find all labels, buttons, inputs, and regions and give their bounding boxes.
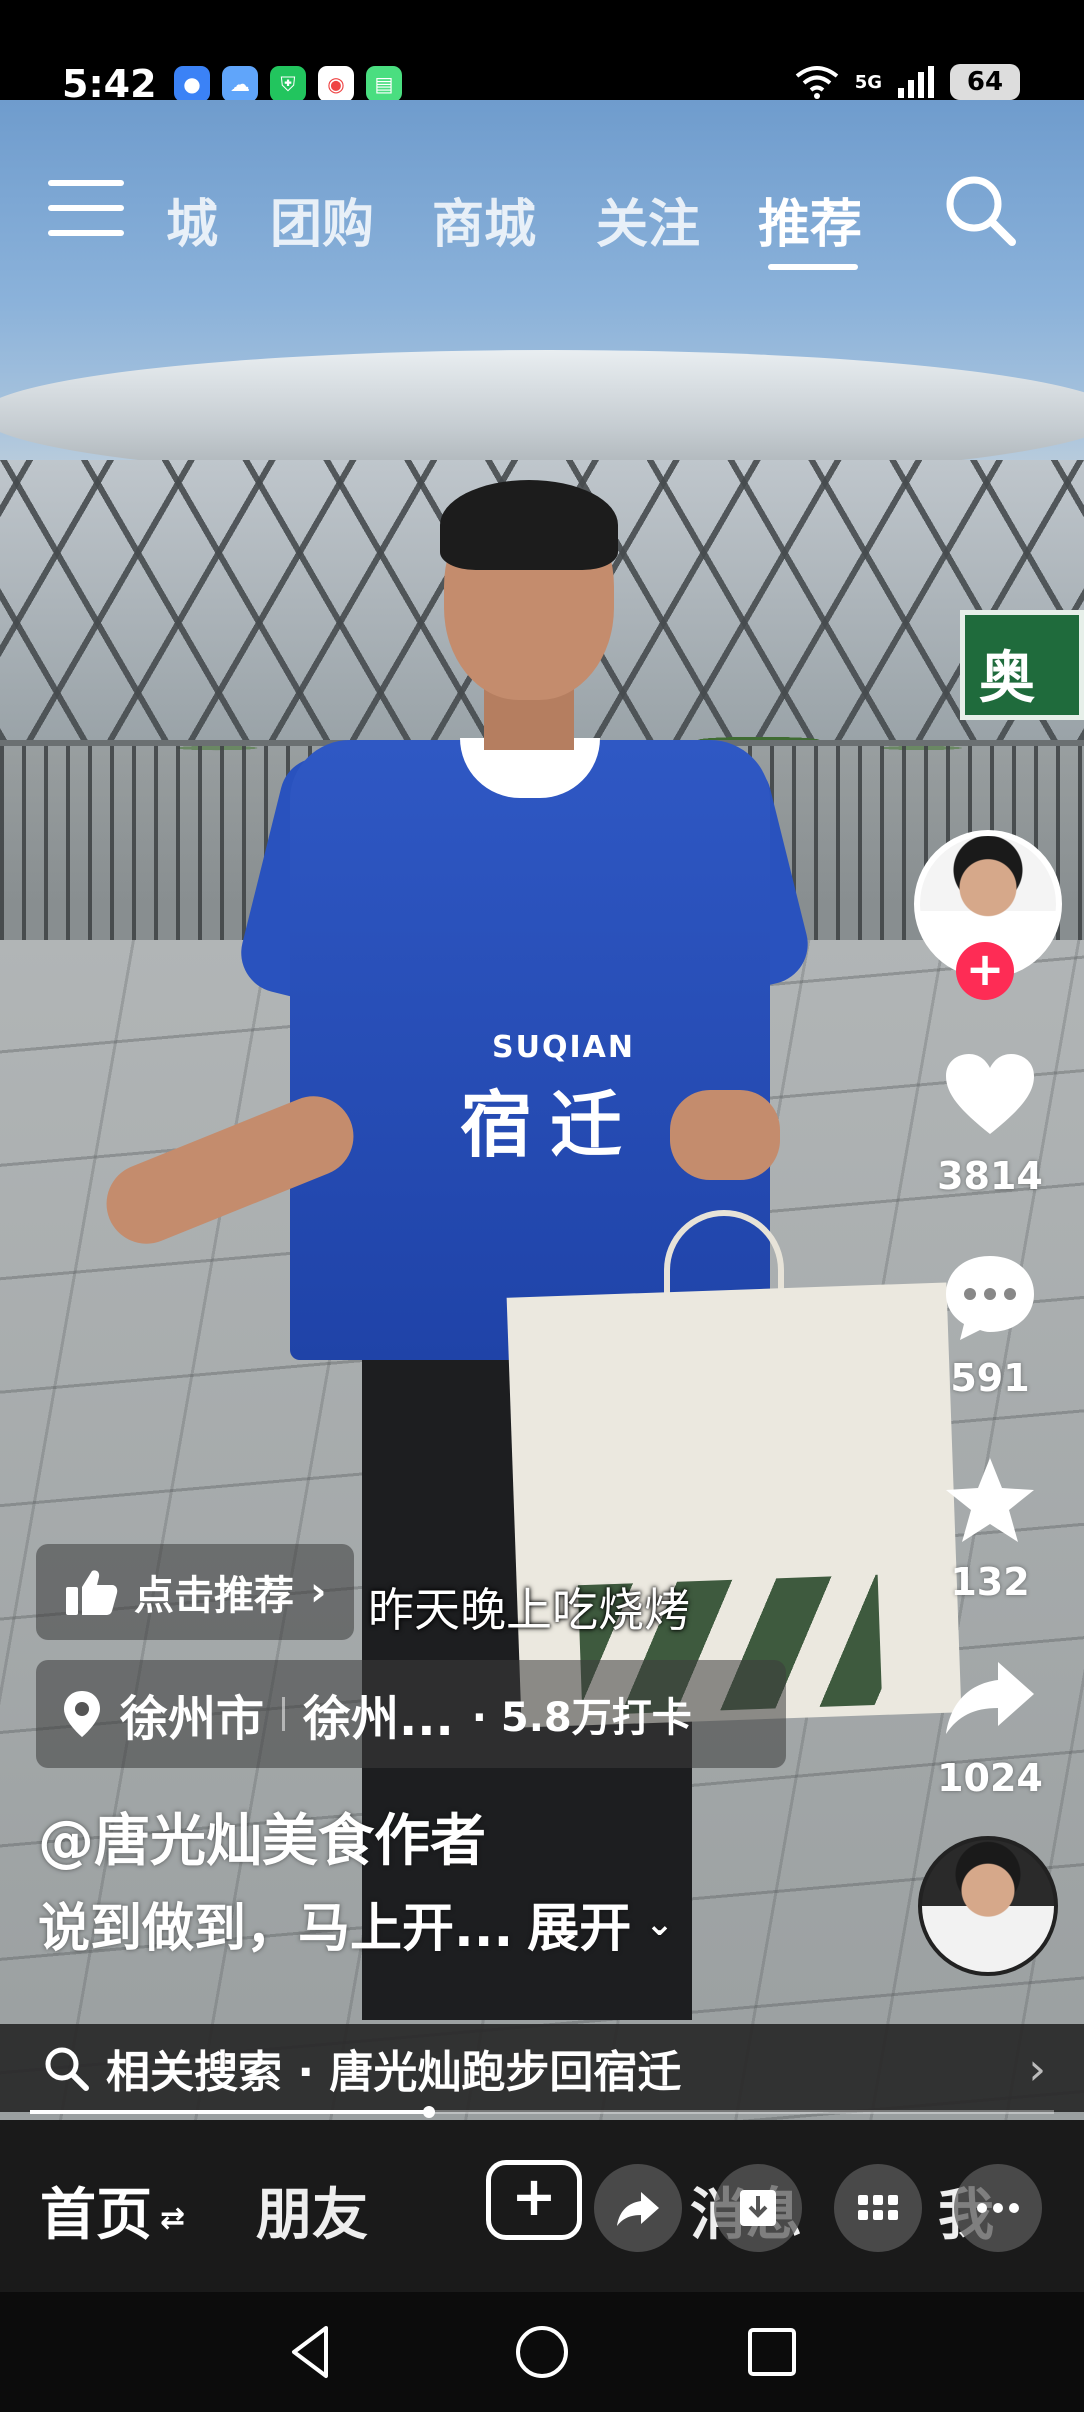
tab-city[interactable]: 城 [166, 182, 218, 257]
person-arm-right [670, 1090, 780, 1180]
tab-active-underline [768, 264, 858, 270]
status-right: 5G 64 [793, 64, 1020, 100]
home-circle-icon[interactable] [512, 2322, 572, 2382]
more-icon [977, 2203, 1019, 2213]
jersey-text-zh: 宿迁 [460, 1083, 641, 1167]
tab-mall[interactable]: 商城 [432, 182, 536, 257]
status-bar: 5:42 ● ☁ ⛨ ◉ ▤ 5G 64 [0, 0, 1084, 106]
description-text: 说到做到，马上开... [38, 1899, 514, 1959]
signal-icon [898, 66, 934, 98]
author-name[interactable]: @唐光灿美食作者 [38, 1796, 486, 1877]
float-download-button[interactable] [714, 2164, 802, 2252]
video-subtitle: 昨天晚上吃烧烤 [368, 1583, 690, 1637]
float-share-button[interactable] [594, 2164, 682, 2252]
float-apps-button[interactable] [834, 2164, 922, 2252]
menu-icon[interactable] [48, 180, 124, 240]
comment-button[interactable]: 591 [930, 1248, 1050, 1400]
wifi-icon [795, 66, 838, 99]
location-city: 徐州市 [120, 1691, 265, 1747]
back-icon[interactable] [282, 2322, 342, 2382]
location-checkin-count: · 5.8万打卡 [471, 1695, 692, 1741]
search-icon[interactable] [940, 170, 1020, 250]
related-search-bar[interactable]: 相关搜索 · 唐光灿跑步回宿迁 › [0, 2024, 1084, 2112]
tab-group-buy[interactable]: 团购 [270, 182, 374, 257]
recents-icon[interactable] [742, 2322, 802, 2382]
expand-link[interactable]: 展开 [527, 1886, 631, 1961]
video-description: 说到做到，马上开... 展开 ⌄ [38, 1886, 674, 1961]
location-place: 徐州... [303, 1691, 454, 1747]
tab-recommended[interactable]: 推荐 [758, 182, 862, 257]
follow-plus-icon[interactable]: + [956, 942, 1014, 1000]
share-arrow-icon [617, 2192, 659, 2226]
video-progress-bar[interactable] [30, 2106, 1054, 2118]
comment-icon [946, 1256, 1034, 1340]
download-icon [740, 2190, 776, 2226]
recommend-label: 点击推荐 [134, 1573, 294, 1619]
grid-icon [858, 2195, 898, 2220]
battery-indicator: 64 [950, 64, 1020, 100]
swap-icon: ⇄ [160, 2201, 186, 2237]
message-icon: ▤ [366, 66, 402, 102]
related-search-text: 相关搜索 · 唐光灿跑步回宿迁 [106, 2047, 682, 2098]
status-app-icons: ● ☁ ⛨ ◉ ▤ [174, 66, 402, 102]
nav-home[interactable]: 首页 ⇄ [40, 2170, 185, 2251]
chevron-right-icon: › [310, 1569, 327, 1615]
progress-fill [30, 2110, 430, 2114]
like-count: 3814 [937, 1154, 1043, 1198]
like-button[interactable]: 3814 [930, 1046, 1050, 1198]
create-button[interactable]: + [486, 2160, 582, 2240]
assistant-icon: ◉ [318, 66, 354, 102]
comment-count: 591 [950, 1356, 1030, 1400]
chevron-down-icon: ⌄ [645, 1903, 674, 1944]
float-more-button[interactable] [954, 2164, 1042, 2252]
nav-friends[interactable]: 朋友 [256, 2170, 368, 2251]
favorite-count: 132 [950, 1560, 1030, 1604]
share-icon [946, 1662, 1034, 1734]
jersey-text-en: SUQIAN [492, 1030, 635, 1065]
chevron-right-icon: › [1028, 2044, 1046, 2095]
music-avatar[interactable] [918, 1836, 1058, 1976]
location-separator [282, 1697, 286, 1731]
network-label: 5G [854, 71, 882, 93]
sign-text: 奥 [979, 646, 1035, 711]
nav-home-label: 首页 [40, 2183, 152, 2248]
search-icon [45, 2047, 89, 2091]
star-icon [946, 1458, 1034, 1542]
favorite-button[interactable]: 132 [930, 1452, 1050, 1604]
weather-icon: ☁ [222, 66, 258, 102]
stadium-sign: 奥 [960, 610, 1084, 720]
heart-icon [946, 1054, 1034, 1134]
thumbs-up-icon [66, 1570, 118, 1615]
recommend-chip[interactable]: 点击推荐 › [36, 1544, 355, 1640]
browser-icon: ● [174, 66, 210, 102]
tab-following[interactable]: 关注 [596, 182, 700, 257]
share-count: 1024 [937, 1756, 1043, 1800]
share-button[interactable]: 1024 [930, 1648, 1050, 1800]
location-pin-icon [64, 1691, 100, 1737]
location-chip[interactable]: 徐州市 徐州... · 5.8万打卡 [36, 1660, 786, 1768]
person-hair [440, 480, 618, 570]
shield-icon: ⛨ [270, 66, 306, 102]
